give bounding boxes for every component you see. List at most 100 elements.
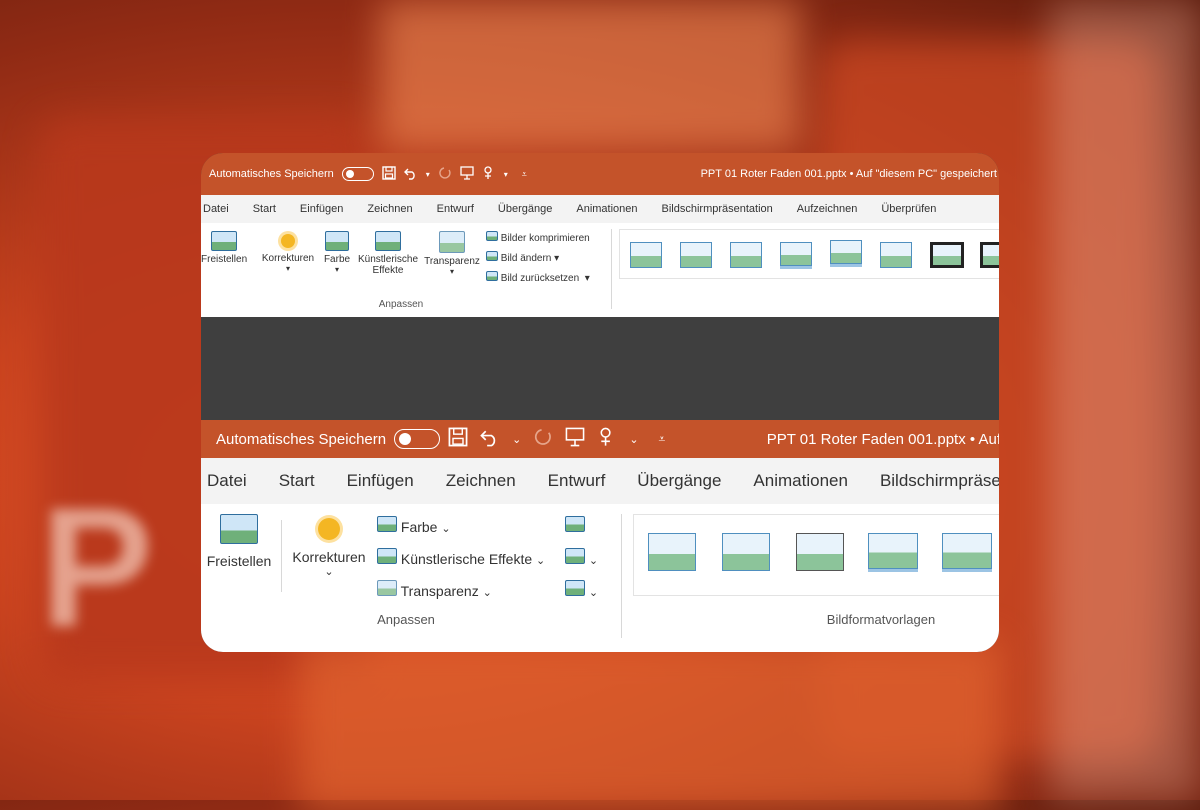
touch-mode-icon[interactable] [482,165,496,183]
sun-icon [318,518,340,540]
customize-qat-icon[interactable]: ⩡ [522,169,527,180]
picture-style-thumb[interactable] [868,533,918,569]
picture-style-thumb[interactable] [730,242,762,268]
present-icon[interactable] [565,427,585,451]
tab-aufzeichnen[interactable]: Aufzeichnen [785,203,870,215]
color-icon [377,516,397,532]
redo-icon [438,166,452,183]
chevron-down-icon[interactable]: ⌄ [512,433,521,446]
group-label-anpassen: Anpassen [377,612,435,627]
group-separator [611,229,612,309]
tab-einfuegen[interactable]: Einfügen [331,471,430,491]
button-label: Effekte [372,265,404,276]
picture-style-thumb[interactable] [830,240,862,264]
picture-style-thumb[interactable] [722,533,770,571]
chevron-down-icon: ⌄ [536,555,546,567]
tab-zeichnen[interactable]: Zeichnen [355,203,424,215]
button-label: Freistellen [201,254,248,265]
group-separator [621,514,622,638]
button-label: Farbe [323,254,351,265]
undo-icon[interactable] [480,427,500,451]
tab-bildschirmpraesentation[interactable]: Bildschirmpräse [864,471,999,491]
transparency-button[interactable]: Transparenz ▾ [423,231,481,276]
color-button[interactable]: Farbe ▾ [321,231,353,274]
chevron-down-icon[interactable]: ▾ [426,170,430,179]
picture-style-thumb[interactable] [780,242,812,266]
tab-start[interactable]: Start [263,471,331,491]
reset-picture-button[interactable]: ⌄ [565,580,598,599]
autosave-label: Automatisches Speichern [216,430,387,448]
change-picture-icon [486,251,498,261]
touch-mode-icon[interactable] [597,427,617,451]
adjust-options-stack: Farbe ⌄ Künstlerische Effekte ⌄ Transpar… [377,516,545,599]
tab-datei[interactable]: Datei [201,471,263,491]
change-picture-button[interactable]: Bild ändern ▾ [486,251,590,264]
tab-uebergaenge[interactable]: Übergänge [621,471,737,491]
reset-picture-icon [565,580,585,596]
transparency-icon [439,231,465,253]
group-label-anpassen: Anpassen [378,299,424,310]
tab-start[interactable]: Start [241,203,288,215]
save-icon[interactable] [448,427,468,451]
undo-icon[interactable] [403,166,418,183]
chevron-down-icon: ▾ [285,264,290,273]
ribbon-body: Freistellen Korrekturen ⌄ Farbe ⌄ Künstl… [201,504,999,652]
save-icon[interactable] [382,165,396,183]
button-label: Transparenz [400,583,479,599]
chevron-down-icon: ⌄ [588,555,599,567]
tab-einfuegen[interactable]: Einfügen [288,203,355,215]
chevron-down-icon: ⌄ [482,587,492,599]
autosave-toggle[interactable] [394,429,441,449]
color-button[interactable]: Farbe ⌄ [377,516,545,535]
artistic-effects-icon [377,548,397,564]
reset-picture-button[interactable]: Bild zurücksetzen ▾ [486,271,590,284]
quick-access-toolbar: ▾ ▾ ⩡ [382,165,527,183]
button-label: Künstlerische Effekte [400,551,533,567]
picture-style-thumb[interactable] [980,242,999,268]
remove-background-button[interactable]: Freistellen [201,231,247,265]
button-label: Bilder komprimieren [500,233,590,244]
corrections-button[interactable]: Korrekturen ⌄ [287,514,371,578]
picture-style-thumb[interactable] [680,242,712,268]
background-blur-shape [380,0,800,150]
tab-bildschirmpraesentation[interactable]: Bildschirmpräsentation [650,203,785,215]
artistic-effects-button[interactable]: Künstlerische Effekte [355,231,421,276]
chevron-down-icon[interactable]: ▾ [504,170,508,179]
tab-uebergaenge[interactable]: Übergänge [486,203,564,215]
customize-qat-icon[interactable]: ⩡ [659,432,666,447]
picture-style-thumb[interactable] [930,242,964,268]
picture-style-thumb[interactable] [630,242,662,268]
tab-ueberpruefen[interactable]: Überprüfen [869,203,948,215]
tab-zeichnen[interactable]: Zeichnen [430,471,532,491]
tab-animationen[interactable]: Animationen [737,471,864,491]
redo-icon [533,427,553,451]
tab-entwurf[interactable]: Entwurf [425,203,486,215]
tab-datei[interactable]: Datei [201,203,241,215]
compress-icon [486,231,498,241]
artistic-effects-button[interactable]: Künstlerische Effekte ⌄ [377,548,545,567]
button-label: Transparenz [424,256,480,267]
transparency-button[interactable]: Transparenz ⌄ [377,580,545,599]
picture-style-thumb[interactable] [796,533,844,571]
remove-background-button[interactable]: Freistellen [201,514,277,569]
picture-style-thumb[interactable] [648,533,696,571]
remove-background-icon [211,231,237,251]
remove-background-icon [220,514,258,544]
tab-animationen[interactable]: Animationen [564,203,649,215]
slide-area-gap [201,317,999,420]
button-label: Korrekturen [261,253,315,264]
artistic-effects-icon [375,231,401,251]
autosave-toggle[interactable] [341,167,374,181]
compress-pictures-button[interactable] [565,516,598,535]
corrections-button[interactable]: Korrekturen ▾ [259,231,317,273]
chevron-down-icon: ▾ [449,267,454,276]
picture-style-thumb[interactable] [942,533,992,569]
picture-style-thumb[interactable] [880,242,912,268]
compress-pictures-button[interactable]: Bilder komprimieren [486,231,590,244]
transparency-icon [377,580,397,596]
present-icon[interactable] [460,165,474,183]
tab-entwurf[interactable]: Entwurf [532,471,622,491]
ribbon-tab-bar: Datei Start Einfügen Zeichnen Entwurf Üb… [201,195,999,223]
change-picture-button[interactable]: ⌄ [565,548,598,567]
chevron-down-icon[interactable]: ⌄ [629,433,638,446]
